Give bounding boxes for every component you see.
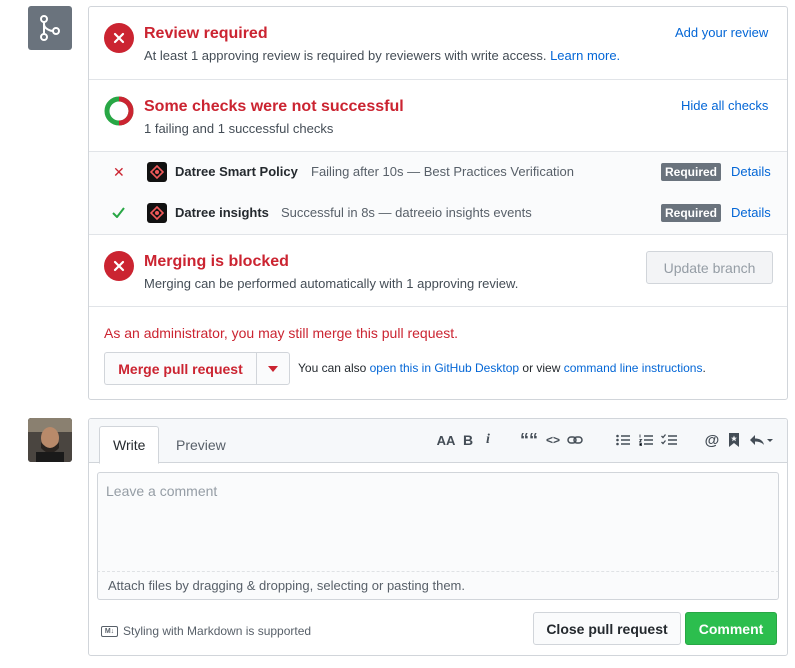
quote-icon[interactable]: ““: [520, 430, 538, 450]
check-details-link[interactable]: Details: [731, 164, 771, 179]
attach-files-area[interactable]: Attach files by dragging & dropping, sel…: [97, 572, 779, 600]
close-pull-request-button[interactable]: Close pull request: [533, 612, 681, 645]
merge-blocked-title: Merging is blocked: [144, 253, 289, 270]
merge-blocked-description: Merging can be performed automatically w…: [144, 276, 519, 291]
x-circle-icon: [104, 251, 134, 281]
command-line-link[interactable]: command line instructions: [564, 361, 703, 375]
check-description: Failing after 10s — Best Practices Verif…: [311, 164, 575, 179]
check-row: ✕ Datree Smart Policy Failing after 10s …: [89, 152, 787, 193]
add-review-link[interactable]: Add your review: [675, 25, 768, 40]
checks-title: Some checks were not successful: [144, 98, 404, 115]
caret-down-icon: [268, 365, 278, 372]
github-desktop-link[interactable]: open this in GitHub Desktop: [370, 361, 519, 375]
check-row: Datree insights Successful in 8s — datre…: [89, 193, 787, 234]
ordered-list-icon[interactable]: [637, 431, 655, 449]
bold-icon[interactable]: B: [459, 431, 477, 449]
mention-icon[interactable]: @: [703, 431, 721, 449]
bookmark-icon[interactable]: [725, 431, 743, 449]
tab-preview[interactable]: Preview: [163, 426, 239, 464]
datree-logo-icon: [147, 203, 167, 223]
datree-logo-icon: [147, 162, 167, 182]
checks-section: Some checks were not successful 1 failin…: [89, 80, 787, 152]
link-icon[interactable]: [566, 431, 584, 449]
check-name: Datree Smart Policy: [175, 164, 298, 179]
header-text-icon[interactable]: AA: [437, 431, 456, 449]
x-circle-icon: [104, 23, 134, 53]
checks-list: ✕ Datree Smart Policy Failing after 10s …: [89, 152, 787, 235]
required-badge: Required: [661, 204, 722, 222]
learn-more-link[interactable]: Learn more.: [550, 48, 620, 63]
x-icon: ✕: [113, 164, 125, 180]
avatar[interactable]: [28, 418, 72, 462]
merge-status-box: Review required At least 1 approving rev…: [88, 6, 788, 400]
check-icon: [112, 205, 125, 221]
hide-all-checks-link[interactable]: Hide all checks: [681, 98, 768, 113]
check-name: Datree insights: [175, 205, 269, 220]
reply-dropdown-icon[interactable]: [749, 431, 773, 449]
required-badge: Required: [661, 163, 722, 181]
merge-alternatives: You can also open this in GitHub Desktop…: [298, 361, 706, 375]
review-title: Review required: [144, 25, 268, 42]
code-icon[interactable]: <>: [544, 431, 562, 449]
update-branch-button[interactable]: Update branch: [646, 251, 773, 284]
also-prefix: You can also: [298, 361, 367, 375]
review-description: At least 1 approving review is required …: [144, 48, 620, 63]
comment-textarea[interactable]: [97, 472, 779, 572]
check-details-link[interactable]: Details: [731, 205, 771, 220]
comment-form: Write Preview AA B i ““ <> @ Attach file…: [88, 418, 788, 656]
admin-note: As an administrator, you may still merge…: [104, 325, 459, 341]
markdown-note-text: Styling with Markdown is supported: [123, 624, 312, 638]
review-section: Review required At least 1 approving rev…: [89, 7, 787, 80]
tab-write[interactable]: Write: [99, 426, 160, 464]
checks-donut-icon: [104, 96, 134, 126]
italic-icon[interactable]: i: [479, 431, 497, 449]
period-text: .: [702, 361, 706, 375]
merge-options-dropdown[interactable]: [256, 352, 290, 385]
or-view-text: or view: [522, 361, 561, 375]
markdown-icon: M↓: [101, 625, 118, 637]
comment-tabbar: Write Preview AA B i ““ <> @: [89, 419, 787, 464]
task-list-icon[interactable]: [660, 431, 678, 449]
merge-pull-request-button[interactable]: Merge pull request: [104, 352, 256, 385]
check-description: Successful in 8s — datreeio insights eve…: [281, 205, 532, 220]
checks-description: 1 failing and 1 successful checks: [144, 121, 334, 136]
git-merge-icon: [28, 6, 72, 50]
markdown-note[interactable]: M↓ Styling with Markdown is supported: [101, 624, 311, 638]
comment-button[interactable]: Comment: [685, 612, 777, 645]
merge-blocked-section: Merging is blocked Merging can be perfor…: [89, 235, 787, 307]
unordered-list-icon[interactable]: [614, 431, 632, 449]
review-desc-text: At least 1 approving review is required …: [144, 48, 547, 63]
